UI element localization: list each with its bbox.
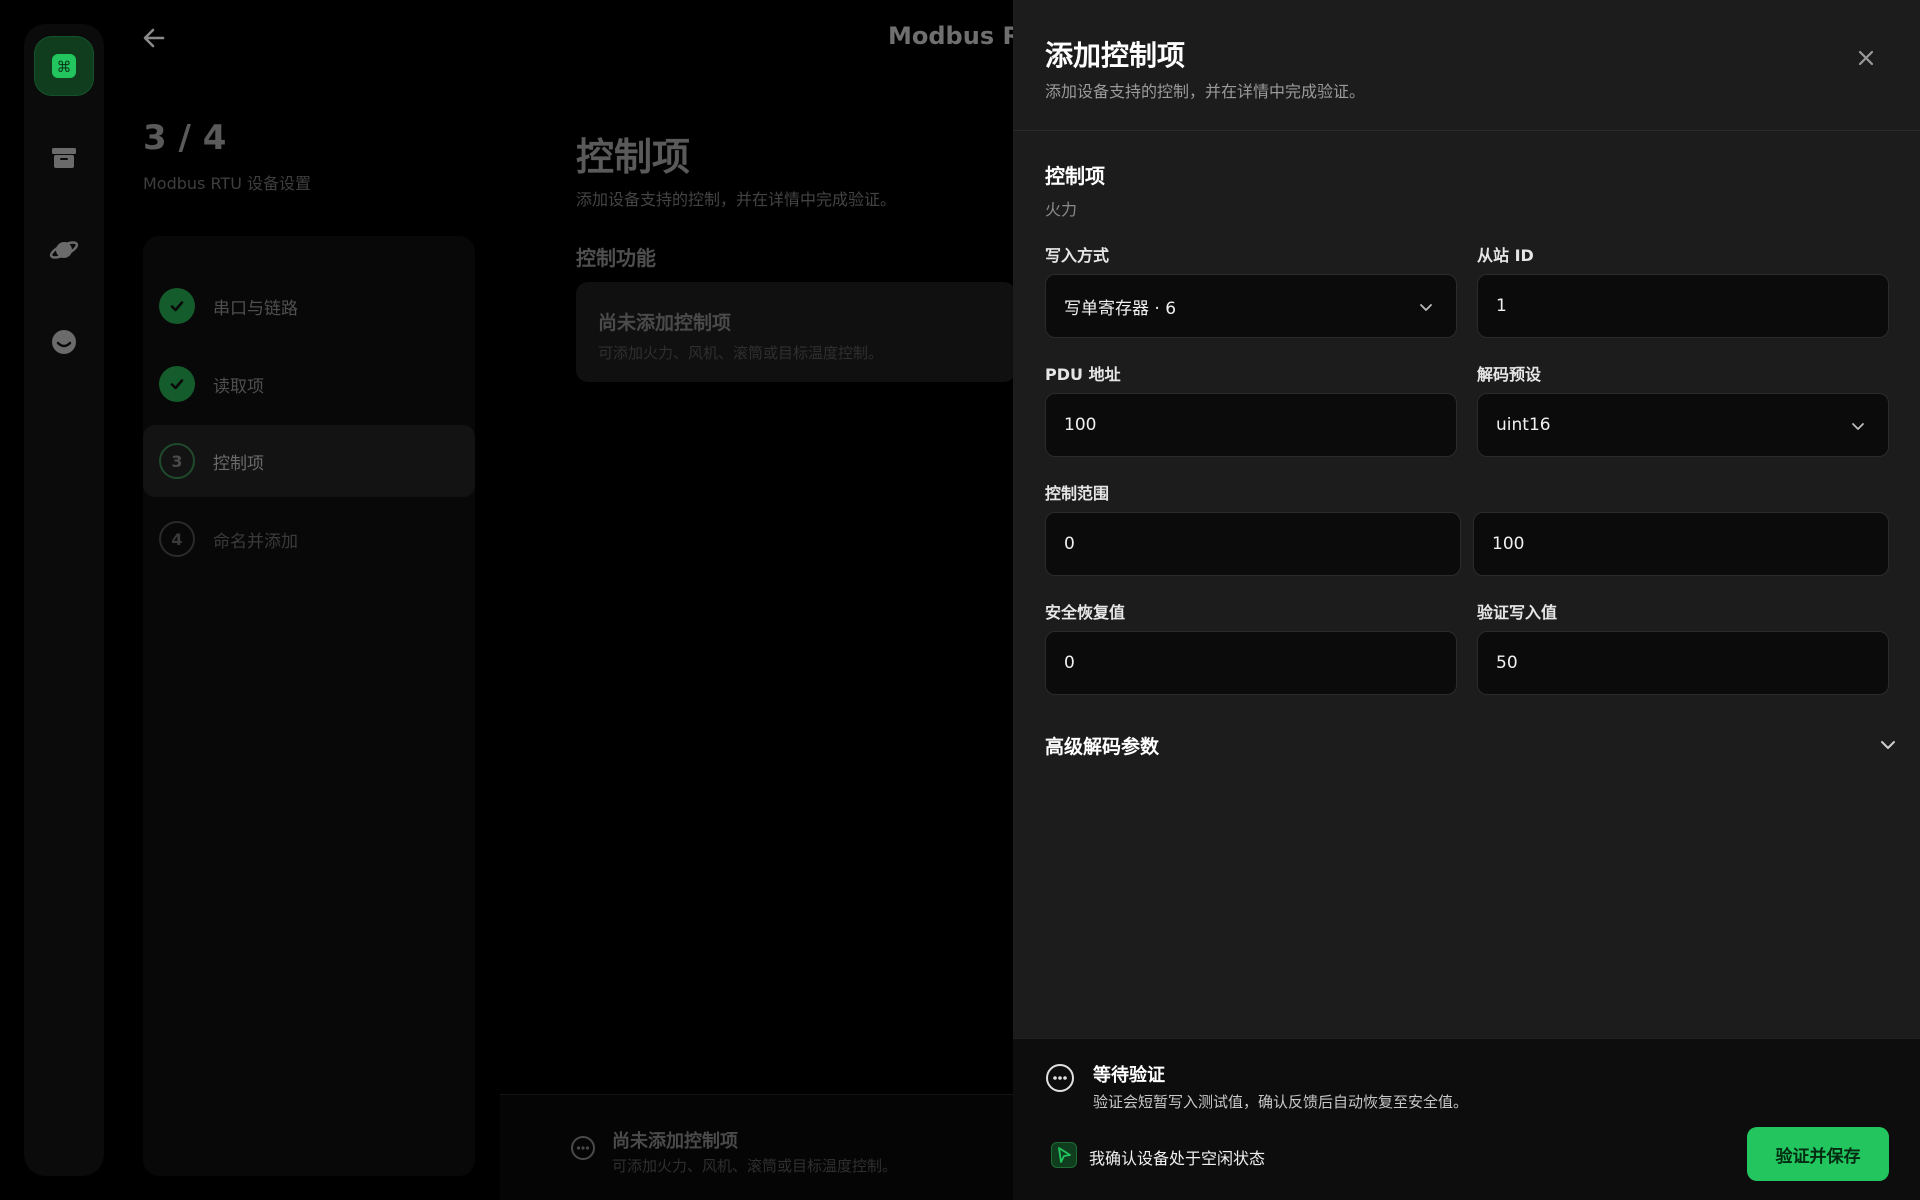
advanced-decode-label: 高级解码参数 — [1045, 736, 1160, 758]
range-min-field — [1045, 512, 1461, 576]
chevron-down-icon — [1420, 304, 1432, 311]
step-item-control[interactable]: 3 控制项 — [143, 425, 475, 497]
decode-preset-select[interactable]: uint16 — [1477, 393, 1889, 457]
step-counter: 3 / 4 — [143, 118, 227, 158]
close-icon — [1858, 50, 1874, 66]
decode-preset-label: 解码预设 — [1477, 365, 1542, 384]
app-root: ⌘ Modbus R 3 / 4 Modbus RTU 设备设置 串口与链路 读… — [0, 0, 1920, 1200]
rail-planet-button[interactable] — [34, 220, 94, 280]
control-item-value: 火力 — [1045, 200, 1078, 219]
section-title: 控制功能 — [576, 246, 656, 270]
more-circle-icon — [1046, 1064, 1074, 1092]
safe-value-label: 安全恢复值 — [1045, 603, 1126, 622]
status-description: 验证会短暂写入测试值，确认反馈后自动恢复至安全值。 — [1093, 1093, 1469, 1111]
svg-text:⌘: ⌘ — [57, 58, 72, 76]
check-circle-icon — [159, 366, 195, 402]
drawer-subtitle: 添加设备支持的控制，并在详情中完成验证。 — [1045, 82, 1366, 101]
add-control-drawer: 添加控制项 添加设备支持的控制，并在详情中完成验证。 控制项 火力 写入方式 写… — [1013, 0, 1920, 1200]
step-label: 读取项 — [213, 376, 264, 397]
drawer-title: 添加控制项 — [1045, 39, 1186, 72]
wizard-title: Modbus R — [888, 22, 1021, 50]
close-button[interactable] — [1850, 42, 1882, 74]
verify-value-field — [1477, 631, 1889, 695]
step-item-read[interactable]: 读取项 — [143, 348, 475, 420]
smile-icon — [52, 330, 76, 354]
bottom-subtitle: 可添加火力、风机、滚筒或目标温度控制。 — [612, 1157, 898, 1175]
pdu-address-label: PDU 地址 — [1045, 365, 1121, 384]
pdu-address-input[interactable] — [1064, 415, 1438, 435]
write-mode-label: 写入方式 — [1045, 246, 1110, 265]
advanced-decode-toggle[interactable]: 高级解码参数 — [1045, 730, 1897, 760]
step-item-serial[interactable]: 串口与链路 — [143, 270, 475, 342]
step-item-name[interactable]: 4 命名并添加 — [143, 503, 475, 575]
control-item-label: 控制项 — [1045, 164, 1105, 188]
step-list: 串口与链路 读取项 3 控制项 4 命名并添加 — [143, 236, 475, 1176]
step-label: 命名并添加 — [213, 531, 298, 552]
verify-value-label: 验证写入值 — [1477, 603, 1558, 622]
bottom-status-bar: 尚未添加控制项 可添加火力、风机、滚筒或目标温度控制。 — [500, 1094, 1020, 1200]
chevron-down-icon — [1852, 423, 1864, 430]
confirm-idle-checkbox[interactable] — [1051, 1142, 1077, 1168]
left-rail: ⌘ — [24, 24, 104, 1176]
step-number: 3 — [159, 443, 195, 479]
more-circle-icon — [571, 1136, 595, 1160]
rail-command-button[interactable]: ⌘ — [34, 36, 94, 96]
rail-smile-button[interactable] — [34, 312, 94, 372]
archive-icon — [52, 148, 76, 168]
safe-value-input[interactable] — [1064, 653, 1438, 673]
back-button[interactable] — [138, 22, 170, 54]
planet-icon — [49, 241, 79, 259]
empty-state-card: 尚未添加控制项 可添加火力、风机、滚筒或目标温度控制。 — [576, 282, 1016, 382]
empty-subtitle: 可添加火力、风机、滚筒或目标温度控制。 — [598, 344, 884, 362]
check-circle-icon — [159, 288, 195, 324]
step-subtitle: Modbus RTU 设备设置 — [143, 174, 311, 193]
slave-id-input[interactable] — [1496, 296, 1870, 316]
page-subheading: 添加设备支持的控制，并在详情中完成验证。 — [576, 190, 897, 209]
write-mode-select[interactable]: 写单寄存器 · 6 — [1045, 274, 1457, 338]
range-max-field — [1473, 512, 1889, 576]
pdu-address-field — [1045, 393, 1457, 457]
divider — [1013, 130, 1920, 131]
command-icon: ⌘ — [52, 54, 76, 78]
slave-id-field — [1477, 274, 1889, 338]
safe-value-field — [1045, 631, 1457, 695]
control-range-label: 控制范围 — [1045, 484, 1110, 503]
step-label: 控制项 — [213, 453, 264, 474]
page-heading: 控制项 — [576, 135, 691, 179]
range-max-input[interactable] — [1492, 534, 1870, 554]
empty-title: 尚未添加控制项 — [598, 312, 732, 334]
status-title: 等待验证 — [1093, 1065, 1165, 1086]
range-min-input[interactable] — [1064, 534, 1442, 554]
write-mode-value: 写单寄存器 · 6 — [1064, 298, 1177, 319]
arrow-left-icon — [143, 28, 165, 48]
cursor-icon — [1058, 1147, 1071, 1163]
decode-preset-value: uint16 — [1496, 415, 1551, 435]
drawer-footer: 等待验证 验证会短暂写入测试值，确认反馈后自动恢复至安全值。 我确认设备处于空闲… — [1013, 1038, 1920, 1200]
slave-id-label: 从站 ID — [1477, 246, 1534, 265]
chevron-down-icon — [1881, 741, 1895, 749]
verify-save-button[interactable]: 验证并保存 — [1747, 1127, 1889, 1181]
step-label: 串口与链路 — [213, 298, 298, 319]
verify-value-input[interactable] — [1496, 653, 1870, 673]
step-number: 4 — [159, 521, 195, 557]
rail-archive-button[interactable] — [34, 128, 94, 188]
confirm-idle-label[interactable]: 我确认设备处于空闲状态 — [1089, 1145, 1265, 1169]
bottom-title: 尚未添加控制项 — [612, 1131, 738, 1152]
